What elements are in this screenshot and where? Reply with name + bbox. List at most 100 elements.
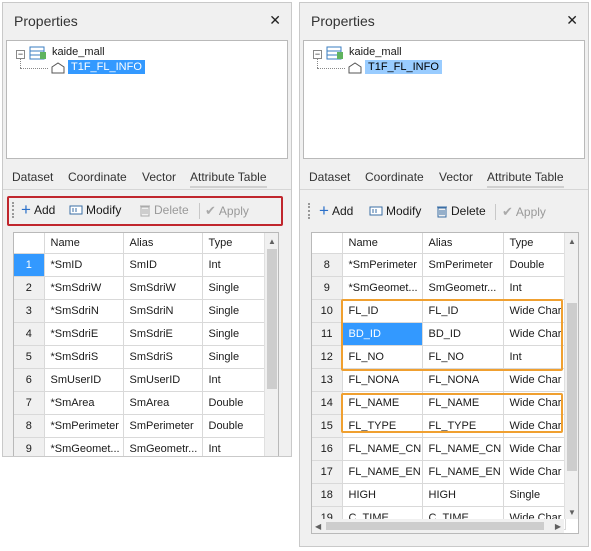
header-alias[interactable]: Alias: [422, 233, 504, 254]
apply-button[interactable]: ✔ Apply: [205, 203, 249, 219]
scrollbar-thumb[interactable]: [267, 249, 277, 389]
toolbar-grip[interactable]: [308, 203, 311, 219]
scroll-up-icon[interactable]: ▲: [268, 237, 276, 246]
cell-name[interactable]: FL_ID: [342, 299, 423, 323]
row-number[interactable]: 7: [14, 391, 45, 415]
cell-alias[interactable]: FL_NONA: [422, 368, 504, 392]
cell-alias[interactable]: FL_ID: [422, 299, 504, 323]
table-row[interactable]: 9 *SmGeomet... SmGeometr... Int: [312, 276, 566, 300]
cell-name[interactable]: BD_ID: [342, 322, 423, 346]
tab-dataset[interactable]: Dataset: [309, 168, 350, 188]
table-row[interactable]: 8 *SmPerimeter SmPerimeter Double: [14, 414, 267, 438]
row-number[interactable]: 18: [312, 483, 343, 507]
cell-type[interactable]: Wide Char: [503, 299, 566, 323]
row-number[interactable]: 5: [14, 345, 45, 369]
cell-type[interactable]: Wide Char: [503, 322, 566, 346]
header-name[interactable]: Name: [342, 233, 423, 254]
row-number[interactable]: 9: [14, 437, 45, 456]
header-type[interactable]: Type: [202, 233, 267, 254]
cell-name[interactable]: FL_NAME_EN: [342, 460, 423, 484]
row-number[interactable]: 3: [14, 299, 45, 323]
cell-name[interactable]: *SmPerimeter: [342, 253, 423, 277]
cell-type[interactable]: Double: [503, 253, 566, 277]
modify-button[interactable]: Modify: [369, 204, 421, 218]
row-number[interactable]: 13: [312, 368, 343, 392]
table-row[interactable]: 5 *SmSdriS SmSdriS Single: [14, 345, 267, 369]
cell-type[interactable]: Single: [202, 322, 267, 346]
table-row[interactable]: 3 *SmSdriN SmSdriN Single: [14, 299, 267, 323]
table-row[interactable]: 6 SmUserID SmUserID Int: [14, 368, 267, 392]
cell-name[interactable]: *SmSdriE: [44, 322, 124, 346]
cell-type[interactable]: Single: [202, 299, 267, 323]
cell-name[interactable]: *SmSdriN: [44, 299, 124, 323]
table-row[interactable]: 16 FL_NAME_CN FL_NAME_CN Wide Char: [312, 437, 566, 461]
close-icon[interactable]: ✕: [566, 12, 578, 29]
collapse-icon[interactable]: −: [313, 50, 322, 59]
row-number[interactable]: 8: [14, 414, 45, 438]
cell-type[interactable]: Single: [202, 345, 267, 369]
table-row[interactable]: 7 *SmArea SmArea Double: [14, 391, 267, 415]
cell-alias[interactable]: SmID: [123, 253, 203, 277]
cell-name[interactable]: HIGH: [342, 483, 423, 507]
close-icon[interactable]: ✕: [269, 12, 281, 29]
cell-type[interactable]: Int: [202, 368, 267, 392]
row-number[interactable]: 1: [14, 253, 45, 277]
tab-coordinate[interactable]: Coordinate: [68, 168, 127, 188]
table-row[interactable]: 8 *SmPerimeter SmPerimeter Double: [312, 253, 566, 277]
cell-name[interactable]: FL_NAME_CN: [342, 437, 423, 461]
table-row[interactable]: 18 HIGH HIGH Single: [312, 483, 566, 507]
tab-vector[interactable]: Vector: [142, 168, 176, 188]
header-type[interactable]: Type: [503, 233, 566, 254]
cell-alias[interactable]: SmUserID: [123, 368, 203, 392]
cell-name[interactable]: *SmGeomet...: [342, 276, 423, 300]
table-row[interactable]: 10 FL_ID FL_ID Wide Char: [312, 299, 566, 323]
scrollbar-thumb[interactable]: [567, 303, 577, 471]
row-number[interactable]: 8: [312, 253, 343, 277]
cell-type[interactable]: Wide Char: [503, 414, 566, 438]
cell-alias[interactable]: FL_NAME_CN: [422, 437, 504, 461]
cell-alias[interactable]: FL_NAME: [422, 391, 504, 415]
cell-type[interactable]: Wide Char: [503, 368, 566, 392]
cell-alias[interactable]: SmGeometr...: [123, 437, 203, 456]
row-number[interactable]: 16: [312, 437, 343, 461]
cell-type[interactable]: Double: [202, 391, 267, 415]
cell-alias[interactable]: SmSdriW: [123, 276, 203, 300]
tree-dataset-label[interactable]: T1F_FL_INFO: [68, 60, 145, 74]
tab-attribute-table[interactable]: Attribute Table: [487, 168, 564, 188]
table-row[interactable]: 13 FL_NONA FL_NONA Wide Char: [312, 368, 566, 392]
tab-dataset[interactable]: Dataset: [12, 168, 53, 188]
cell-alias[interactable]: HIGH: [422, 483, 504, 507]
cell-alias[interactable]: BD_ID: [422, 322, 504, 346]
cell-type[interactable]: Int: [503, 276, 566, 300]
header-alias[interactable]: Alias: [123, 233, 203, 254]
cell-alias[interactable]: SmSdriN: [123, 299, 203, 323]
header-name[interactable]: Name: [44, 233, 124, 254]
apply-button[interactable]: ✔ Apply: [502, 204, 546, 220]
cell-type[interactable]: Single: [202, 276, 267, 300]
row-number[interactable]: 9: [312, 276, 343, 300]
cell-name[interactable]: *SmID: [44, 253, 124, 277]
row-number[interactable]: 11: [312, 322, 343, 346]
add-button[interactable]: + Add: [319, 202, 353, 219]
cell-type[interactable]: Int: [503, 345, 566, 369]
cell-type[interactable]: Double: [202, 414, 267, 438]
delete-button[interactable]: Delete: [436, 204, 486, 218]
row-number[interactable]: 17: [312, 460, 343, 484]
cell-name[interactable]: FL_TYPE: [342, 414, 423, 438]
row-number[interactable]: 15: [312, 414, 343, 438]
row-number[interactable]: 14: [312, 391, 343, 415]
scroll-up-icon[interactable]: ▲: [568, 237, 576, 246]
table-row[interactable]: 9 *SmGeomet... SmGeometr... Int: [14, 437, 267, 456]
cell-name[interactable]: *SmGeomet...: [44, 437, 124, 456]
row-number[interactable]: 10: [312, 299, 343, 323]
collapse-icon[interactable]: −: [16, 50, 25, 59]
horizontal-scrollbar[interactable]: ◀ ▶: [312, 519, 564, 533]
cell-type[interactable]: Wide Char: [503, 391, 566, 415]
scroll-right-icon[interactable]: ▶: [555, 522, 561, 531]
cell-name[interactable]: FL_NO: [342, 345, 423, 369]
tree-dataset-label[interactable]: T1F_FL_INFO: [365, 60, 442, 74]
cell-alias[interactable]: FL_NO: [422, 345, 504, 369]
modify-button[interactable]: Modify: [69, 203, 121, 217]
cell-name[interactable]: *SmArea: [44, 391, 124, 415]
vertical-scrollbar[interactable]: ▲ ▼: [564, 233, 578, 519]
